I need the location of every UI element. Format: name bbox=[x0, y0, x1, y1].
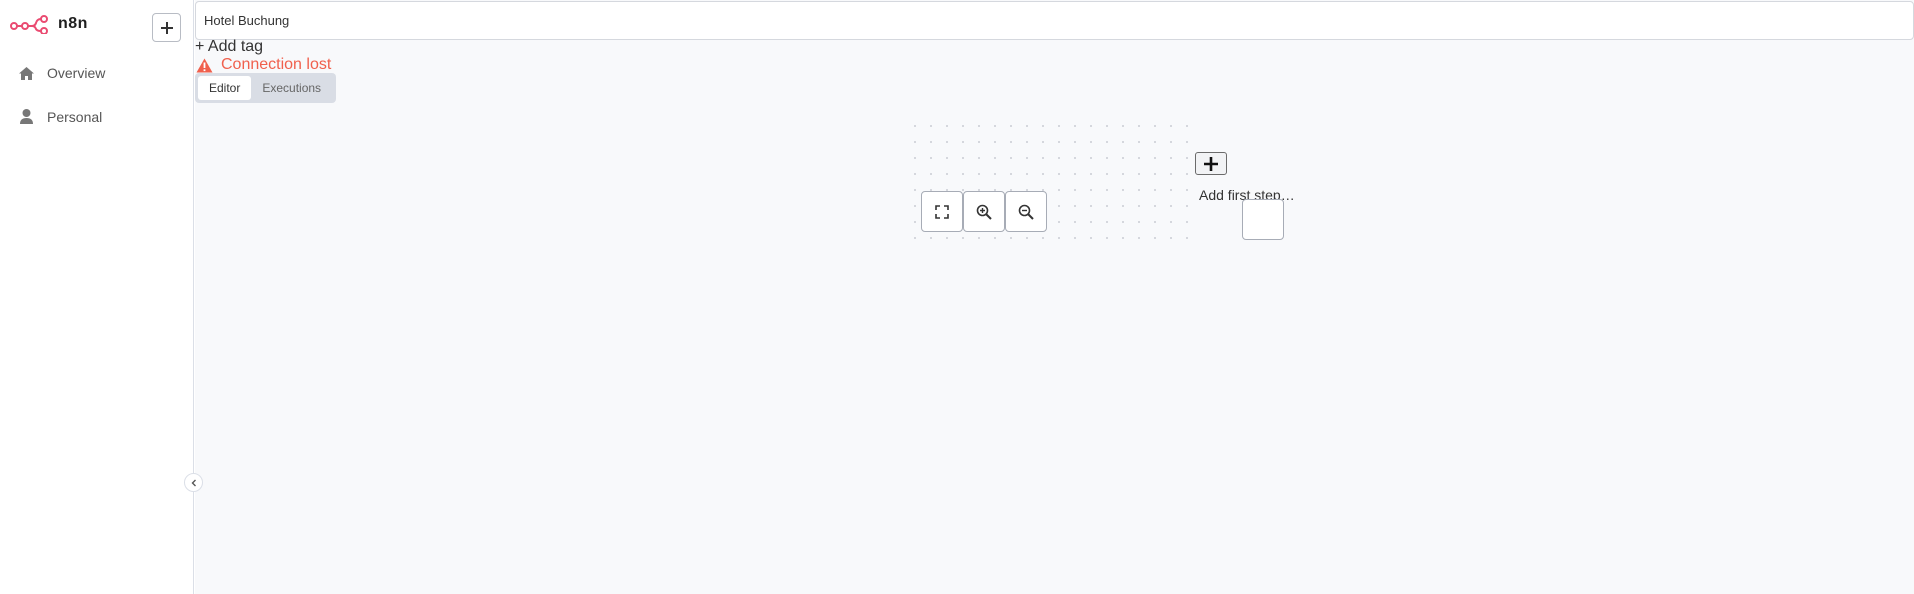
connection-status: Connection lost bbox=[196, 56, 331, 74]
zoom-out-button[interactable] bbox=[1005, 191, 1047, 232]
zoom-in-icon bbox=[976, 204, 992, 220]
sidebar: n8n Overview Personal bbox=[0, 0, 203, 594]
logo[interactable]: n8n bbox=[10, 14, 88, 34]
user-icon bbox=[20, 109, 33, 124]
sidebar-item-overview[interactable]: Overview bbox=[18, 65, 105, 81]
zoom-in-button[interactable] bbox=[963, 191, 1005, 232]
sidebar-item-label: Personal bbox=[47, 108, 103, 125]
main-area: Hotel Buchung + Add tag Connection lost … bbox=[195, 0, 1914, 594]
zoom-out-icon bbox=[1018, 204, 1034, 220]
sidebar-item-personal[interactable]: Personal bbox=[18, 108, 102, 125]
n8n-logo-icon bbox=[10, 15, 48, 34]
view-tabs: Editor Executions bbox=[195, 73, 336, 103]
workflow-name-input[interactable]: Hotel Buchung bbox=[195, 1, 1914, 40]
add-first-step-button[interactable] bbox=[1195, 152, 1227, 175]
connection-status-text: Connection lost bbox=[221, 56, 332, 73]
home-icon bbox=[19, 66, 34, 80]
sidebar-item-label: Overview bbox=[47, 65, 106, 81]
add-tag-button[interactable]: + Add tag bbox=[195, 38, 263, 56]
plus-icon bbox=[1204, 156, 1218, 171]
fit-view-icon bbox=[935, 204, 949, 219]
app-name: n8n bbox=[58, 15, 88, 32]
warning-icon bbox=[196, 58, 213, 72]
plus-icon bbox=[160, 21, 173, 34]
fit-view-button[interactable] bbox=[921, 191, 963, 232]
collapse-sidebar-button[interactable] bbox=[184, 473, 203, 492]
tab-editor[interactable]: Editor bbox=[198, 76, 252, 100]
chevron-left-icon bbox=[191, 479, 196, 486]
tab-executions[interactable]: Executions bbox=[251, 76, 332, 100]
canvas-control-button[interactable] bbox=[1242, 199, 1284, 240]
create-button[interactable] bbox=[152, 13, 181, 42]
